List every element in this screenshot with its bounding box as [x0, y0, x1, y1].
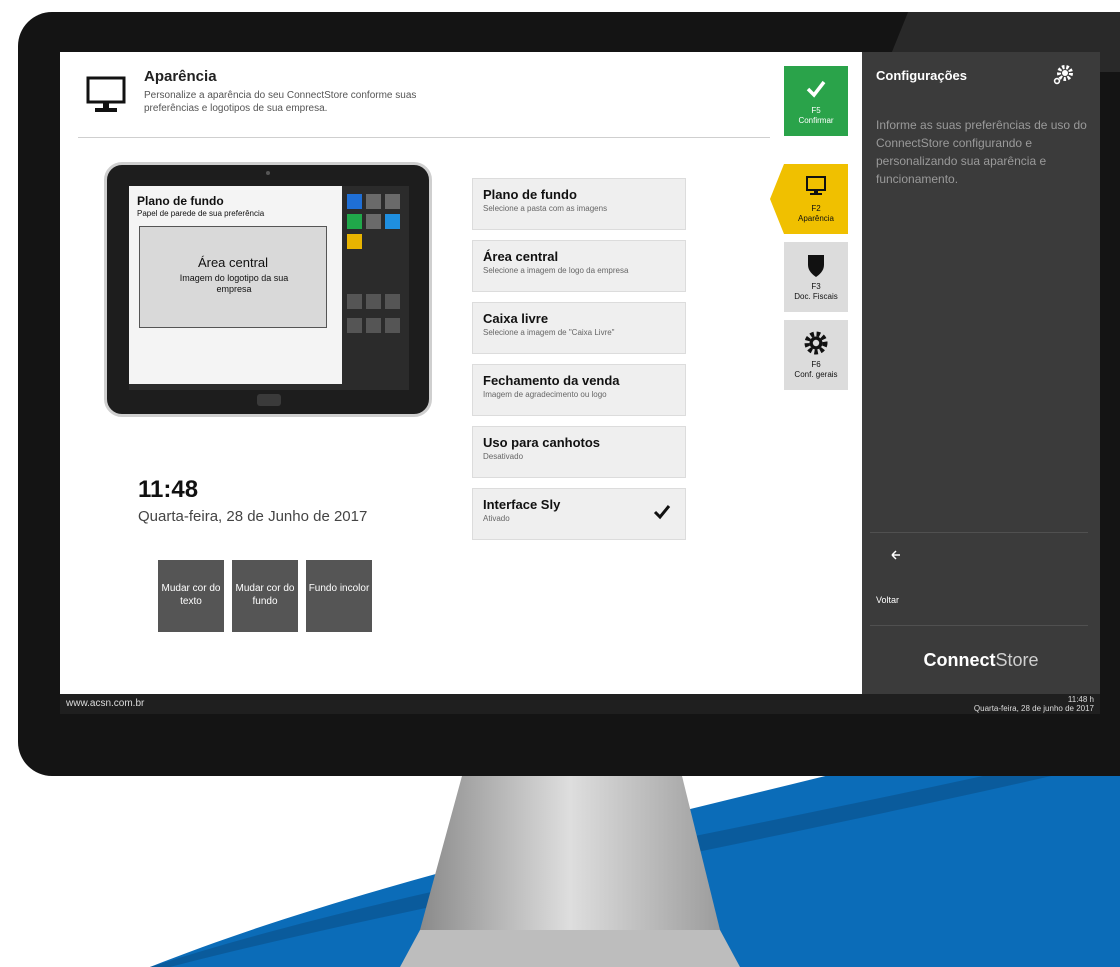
preview-central-area: Área central Imagem do logotipo da sua e… — [139, 226, 327, 328]
preview-tile — [347, 214, 362, 229]
tablet-camera — [266, 171, 270, 175]
shield-icon — [808, 255, 824, 277]
monitor-frame: Aparência Personalize a aparência do seu… — [18, 12, 1120, 776]
settings-sidebar: Configurações Informe as suas preferênci… — [862, 52, 1100, 694]
preview-tile — [366, 318, 381, 333]
fkey-label: Aparência — [797, 214, 835, 223]
option-receipt-stubs[interactable]: Uso para canhotos Desativado — [472, 426, 686, 478]
option-title: Plano de fundo — [483, 187, 577, 202]
preview-taskbar — [129, 384, 409, 390]
preview-tile — [366, 294, 381, 309]
confirm-button[interactable]: F5 Confirmar — [784, 66, 848, 136]
option-subtitle: Imagem de agradecimento ou logo — [483, 390, 607, 399]
monitor-icon — [806, 176, 826, 195]
appearance-button[interactable]: F2 Aparência — [784, 164, 848, 234]
option-title: Caixa livre — [483, 311, 549, 326]
option-title: Fechamento da venda — [483, 373, 620, 388]
clock-date: Quarta-feira, 28 de Junho de 2017 — [138, 508, 368, 525]
option-free-checkout[interactable]: Caixa livre Selecione a imagem de "Caixa… — [472, 302, 686, 354]
monitor-icon — [86, 76, 126, 112]
preview-tile — [385, 318, 400, 333]
option-subtitle: Selecione a imagem de logo da empresa — [483, 266, 629, 275]
sidebar-divider — [870, 625, 1088, 626]
photo-stage: Aparência Personalize a aparência do seu… — [0, 0, 1120, 967]
fiscal-docs-button-label: F3 Doc. Fiscais — [784, 282, 848, 302]
preview-central-subtitle: Imagem do logotipo da sua empresa — [179, 273, 289, 294]
option-subtitle: Selecione a pasta com as imagens — [483, 204, 608, 213]
sidebar-title: Configurações — [876, 68, 968, 83]
preview-background-subtitle: Papel de parede de sua preferência — [137, 209, 265, 218]
option-sly-interface[interactable]: Interface Sly Ativado — [472, 488, 686, 540]
preview-background-title: Plano de fundo — [137, 194, 224, 208]
option-subtitle: Desativado — [483, 452, 524, 461]
option-background[interactable]: Plano de fundo Selecione a pasta com as … — [472, 178, 686, 230]
appearance-button-label: F2 Aparência — [784, 204, 848, 224]
option-central-area[interactable]: Área central Selecione a imagem de logo … — [472, 240, 686, 292]
app-screen: Aparência Personalize a aparência do seu… — [60, 52, 1100, 714]
change-text-color-button[interactable]: Mudar cor do texto — [158, 560, 224, 632]
option-subtitle: Ativado — [483, 514, 510, 523]
option-sale-closing[interactable]: Fechamento da venda Imagem de agradecime… — [472, 364, 686, 416]
brand-light: Store — [995, 650, 1039, 670]
back-label[interactable]: Voltar — [876, 595, 899, 605]
option-title: Área central — [483, 249, 559, 264]
brand-bold: Connect — [923, 650, 996, 670]
footer-time: 11:48 h — [1067, 695, 1094, 704]
sidebar-description: Informe as suas preferências de uso do C… — [876, 118, 1087, 186]
option-title: Interface Sly — [483, 497, 561, 512]
general-settings-button-label: F6 Conf. gerais — [784, 360, 848, 380]
preview-tile — [347, 318, 362, 333]
tablet-preview: Plano de fundo Papel de parede de sua pr… — [104, 162, 432, 417]
clock-time: 11:48 — [138, 476, 199, 503]
preview-tile — [347, 194, 362, 209]
fkey: F6 — [811, 360, 821, 369]
fkey-label: Confirmar — [798, 116, 834, 125]
preview-tile — [347, 294, 362, 309]
footer-url[interactable]: www.acsn.com.br — [66, 698, 144, 709]
preview-tile — [366, 194, 381, 209]
check-icon — [653, 505, 671, 520]
page-subtitle: Personalize a aparência do seu ConnectSt… — [144, 90, 417, 114]
settings-gear-icon[interactable] — [1050, 62, 1076, 88]
tablet-home-button — [257, 394, 281, 406]
back-arrow-icon[interactable] — [876, 548, 936, 578]
fkey: F2 — [811, 204, 821, 213]
gear-icon — [804, 331, 828, 355]
fkey-label: Doc. Fiscais — [794, 292, 838, 301]
transparent-background-button[interactable]: Fundo incolor — [306, 560, 372, 632]
preview-central-title: Área central — [197, 255, 269, 270]
brand-logo: ConnectStore — [862, 650, 1100, 671]
fkey: F5 — [811, 106, 821, 115]
preview-tile — [385, 214, 400, 229]
active-tab-pointer — [770, 164, 784, 234]
preview-tile — [385, 294, 400, 309]
header-divider — [78, 137, 770, 138]
change-background-color-button[interactable]: Mudar cor do fundo — [232, 560, 298, 632]
fkey-label: Conf. gerais — [794, 370, 838, 379]
check-icon — [806, 80, 826, 98]
option-subtitle: Selecione a imagem de "Caixa Livre" — [483, 328, 615, 337]
status-footer: www.acsn.com.br 11:48 h Quarta-feira, 28… — [60, 694, 1100, 714]
page-title: Aparência — [144, 68, 217, 85]
confirm-button-label: F5 Confirmar — [784, 106, 848, 126]
general-settings-button[interactable]: F6 Conf. gerais — [784, 320, 848, 390]
sidebar-divider — [870, 532, 1088, 533]
footer-date: Quarta-feira, 28 de junho de 2017 — [973, 704, 1094, 713]
option-title: Uso para canhotos — [483, 435, 601, 450]
fkey: F3 — [811, 282, 821, 291]
fiscal-docs-button[interactable]: F3 Doc. Fiscais — [784, 242, 848, 312]
preview-tile — [385, 194, 400, 209]
preview-tile — [347, 234, 362, 249]
preview-tile — [366, 214, 381, 229]
preview-tile-panel — [342, 186, 409, 384]
tablet-screen: Plano de fundo Papel de parede de sua pr… — [129, 186, 409, 384]
